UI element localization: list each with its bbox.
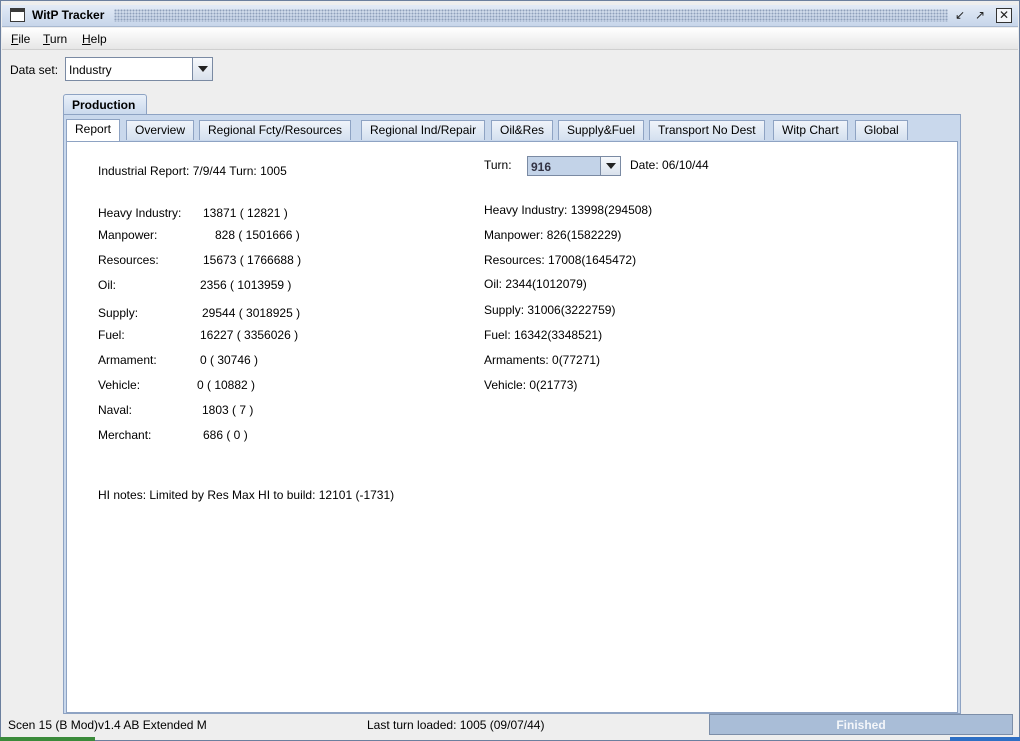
report-label: Oil: <box>98 278 116 292</box>
hi-notes: HI notes: Limited by Res Max HI to build… <box>98 488 395 502</box>
report-value: 0 ( 10882 ) <box>197 378 256 392</box>
report-label: Fuel: <box>98 328 125 342</box>
compare-row: Supply: 31006(3222759) <box>484 303 616 317</box>
compare-turn-label: Turn: <box>484 158 512 172</box>
window-title: WitP Tracker <box>32 8 105 22</box>
report-value: 29544 ( 3018925 ) <box>202 306 301 320</box>
tab-overview[interactable]: Overview <box>126 120 195 140</box>
report-value: 686 ( 0 ) <box>203 428 248 442</box>
close-icon[interactable]: ✕ <box>996 8 1012 23</box>
report-label: Merchant: <box>98 428 152 442</box>
dataset-label: Data set: <box>10 63 59 77</box>
report-header: Industrial Report: 7/9/44 Turn: 1005 <box>98 164 287 178</box>
report-value: 13871 ( 12821 ) <box>203 206 288 220</box>
minimize-icon[interactable]: ↙ <box>952 8 968 23</box>
report-value: 828 ( 1501666 ) <box>215 228 300 242</box>
report-value: 15673 ( 1766688 ) <box>203 253 302 267</box>
dropdown-arrow-icon[interactable] <box>600 157 620 175</box>
report-label: Armament: <box>98 353 157 367</box>
report-content: Industrial Report: 7/9/44 Turn: 1005 Hea… <box>66 141 958 713</box>
app-window: WitP Tracker ↙ ↗ ✕ File Turn Help Data s… <box>0 0 1020 741</box>
compare-date: Date: 06/10/44 <box>630 158 709 172</box>
compare-row: Heavy Industry: 13998(294508) <box>484 203 653 217</box>
taskbar-edge <box>950 737 1020 741</box>
tab-report[interactable]: Report <box>66 119 121 142</box>
dataset-select[interactable]: Industry <box>65 57 213 81</box>
menu-turn[interactable]: Turn <box>43 32 67 46</box>
compare-turn-value: 916 <box>531 160 552 174</box>
report-label: Naval: <box>98 403 133 417</box>
report-value: 0 ( 30746 ) <box>200 353 259 367</box>
compare-row: Manpower: 826(1582229) <box>484 228 622 242</box>
title-bar[interactable]: WitP Tracker ↙ ↗ ✕ <box>2 5 1018 27</box>
title-bar-grip <box>114 9 948 22</box>
compare-row: Vehicle: 0(21773) <box>484 378 578 392</box>
compare-row: Fuel: 16342(3348521) <box>484 328 603 342</box>
tab-transport-no-dest[interactable]: Transport No Dest <box>649 120 765 140</box>
menu-bar: File Turn Help <box>2 28 1018 50</box>
report-value: 1803 ( 7 ) <box>202 403 254 417</box>
menu-help[interactable]: Help <box>82 32 107 46</box>
compare-row: Oil: 2344(1012079) <box>484 277 587 291</box>
tab-regional-fcty-resources[interactable]: Regional Fcty/Resources <box>199 120 352 140</box>
tab-oil-res[interactable]: Oil&Res <box>491 120 554 140</box>
dropdown-arrow-icon[interactable] <box>192 58 212 80</box>
status-scenario: Scen 15 (B Mod)v1.4 AB Extended M <box>8 718 207 732</box>
report-label: Supply: <box>98 306 139 320</box>
status-bar: Scen 15 (B Mod)v1.4 AB Extended M Last t… <box>2 714 1018 738</box>
report-value: 16227 ( 3356026 ) <box>200 328 299 342</box>
report-label: Vehicle: <box>98 378 141 392</box>
compare-row: Resources: 17008(1645472) <box>484 253 637 267</box>
status-progress-bar: Finished <box>709 714 1013 735</box>
compare-row: Armaments: 0(77271) <box>484 353 601 367</box>
tab-regional-ind-repair[interactable]: Regional Ind/Repair <box>361 120 486 140</box>
window-icon[interactable] <box>10 8 25 22</box>
maximize-icon[interactable]: ↗ <box>972 8 988 23</box>
status-last-turn: Last turn loaded: 1005 (09/07/44) <box>367 718 545 732</box>
report-label: Resources: <box>98 253 159 267</box>
tab-witp-chart[interactable]: Witp Chart <box>773 120 848 140</box>
tab-supply-fuel[interactable]: Supply&Fuel <box>558 120 645 140</box>
production-panel: Report Overview Regional Fcty/Resources … <box>63 114 961 714</box>
tab-production[interactable]: Production <box>63 94 147 115</box>
menu-file[interactable]: File <box>11 32 30 46</box>
report-label: Manpower: <box>98 228 158 242</box>
status-progress-text: Finished <box>836 718 886 732</box>
compare-turn-select[interactable]: 916 <box>527 156 621 176</box>
dataset-selected-value: Industry <box>69 63 112 77</box>
tab-global[interactable]: Global <box>855 120 908 140</box>
taskbar-edge <box>0 737 95 741</box>
report-value: 2356 ( 1013959 ) <box>200 278 292 292</box>
report-label: Heavy Industry: <box>98 206 182 220</box>
subtab-strip: Report Overview Regional Fcty/Resources … <box>64 115 960 142</box>
